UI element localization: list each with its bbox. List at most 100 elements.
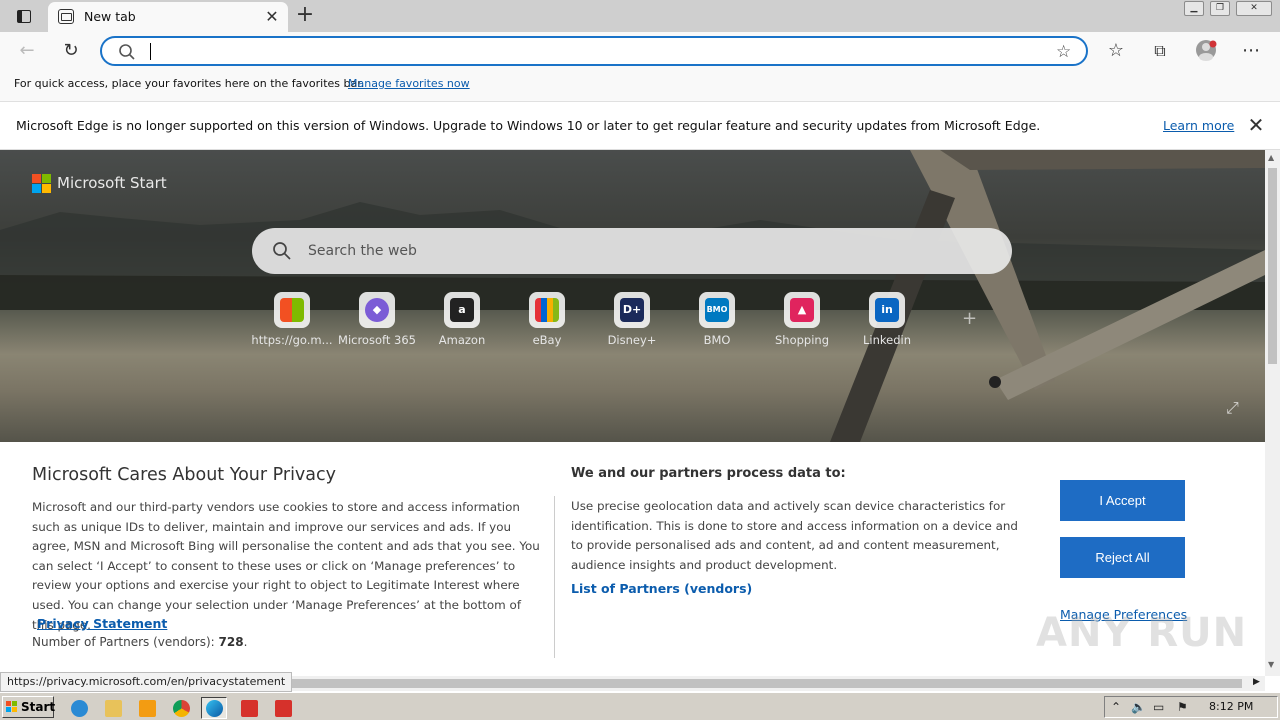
microsoft-logo-icon — [32, 174, 52, 194]
red-app-icon — [275, 700, 292, 717]
folder-icon — [105, 700, 122, 717]
more-menu-icon[interactable]: ⋯ — [1238, 39, 1264, 63]
shopping-bag-icon: ▲ — [784, 292, 820, 328]
system-tray: ⌃ 🔈 ▭ ⚑ 8:12 PM — [1104, 696, 1278, 718]
network-icon[interactable]: ▭ — [1153, 700, 1164, 714]
taskbar-edge-icon[interactable] — [201, 697, 227, 719]
quick-link-label: Disney+ — [607, 333, 657, 347]
disney-icon: D+ — [614, 292, 650, 328]
taskbar-media-player-icon[interactable] — [134, 697, 160, 719]
privacy-body: Microsoft and our third-party vendors us… — [32, 500, 540, 632]
list-of-partners-link[interactable]: List of Partners (vendors) — [571, 581, 752, 596]
profile-icon — [1196, 40, 1217, 61]
quick-link-label: Microsoft 365 — [338, 333, 416, 347]
quick-link-label: Shopping — [774, 333, 829, 347]
chrome-icon — [173, 700, 190, 717]
anyrun-watermark: ANY RUN — [1036, 610, 1248, 656]
vertical-scroll-thumb[interactable] — [1268, 168, 1277, 364]
privacy-statement-period: . — [148, 616, 152, 631]
tray-expand-icon[interactable]: ⌃ — [1111, 700, 1121, 714]
address-input[interactable] — [148, 41, 1028, 63]
restore-button[interactable]: ❐ — [1210, 1, 1230, 16]
add-quick-link-icon[interactable]: + — [962, 308, 977, 329]
taskbar-ie-icon[interactable] — [66, 697, 92, 719]
back-arrow-icon[interactable]: ← — [14, 39, 40, 63]
manage-favorites-link[interactable]: Manage favorites now — [348, 77, 470, 90]
amazon-icon: a — [444, 292, 480, 328]
quick-link-amazon[interactable]: a Amazon — [422, 292, 502, 352]
quick-link-label: https://go.m... — [251, 333, 333, 347]
partners-label: Number of Partners (vendors): — [32, 635, 215, 649]
accept-button[interactable]: I Accept — [1060, 480, 1185, 521]
quick-link-microsoft-365[interactable]: ◆ Microsoft 365 — [337, 292, 417, 352]
refresh-icon[interactable]: ↻ — [58, 39, 84, 63]
privacy-title: Microsoft Cares About Your Privacy — [32, 465, 336, 485]
new-tab-button[interactable]: + — [292, 3, 318, 29]
quick-link-shopping[interactable]: ▲ Shopping — [762, 292, 842, 352]
search-placeholder: Search the web — [308, 243, 417, 259]
windows-taskbar: Start ⌃ 🔈 ▭ ⚑ 8:12 PM — [0, 692, 1280, 720]
red-app-icon — [241, 700, 258, 717]
linkedin-icon: in — [869, 292, 905, 328]
tab-close-icon[interactable]: ✕ — [262, 7, 282, 27]
minimize-button[interactable]: ▁ — [1184, 1, 1204, 16]
windows-tiles-icon — [274, 292, 310, 328]
quick-link-linkedin[interactable]: in Linkedin — [847, 292, 927, 352]
quick-link-ebay[interactable]: eBay — [507, 292, 587, 352]
taskbar-app-red-1[interactable] — [236, 697, 262, 719]
taskbar-chrome-icon[interactable] — [168, 697, 194, 719]
volume-icon[interactable]: 🔈 — [1131, 700, 1146, 714]
microsoft-start-brand: Microsoft Start — [57, 174, 167, 192]
expand-icon[interactable]: ⤢ — [1226, 398, 1239, 418]
quick-link-label: eBay — [532, 333, 562, 347]
scroll-right-arrow-icon[interactable]: ▶ — [1253, 677, 1260, 687]
quick-link-go-microsoft[interactable]: https://go.m... — [251, 292, 333, 352]
favorites-icon[interactable]: ☆ — [1103, 39, 1129, 63]
address-bar[interactable]: ☆ — [100, 36, 1088, 66]
infobar-close-icon[interactable]: ✕ — [1246, 115, 1266, 135]
partners-count-line: Number of Partners (vendors): 728. — [32, 635, 247, 649]
tab-new-tab[interactable]: New tab ✕ — [48, 2, 288, 32]
quick-link-disney-plus[interactable]: D+ Disney+ — [592, 292, 672, 352]
vertical-scrollbar[interactable]: ▲ ▼ — [1265, 150, 1280, 676]
scroll-up-arrow-icon[interactable]: ▲ — [1268, 153, 1274, 162]
close-window-button[interactable]: ✕ — [1236, 1, 1272, 16]
background-image: Microsoft Start Search the web https://g… — [0, 150, 1265, 442]
partners-period: . — [243, 635, 248, 649]
web-search-box[interactable]: Search the web — [252, 228, 1012, 274]
status-bar-url: https://privacy.microsoft.com/en/privacy… — [0, 672, 293, 692]
scroll-down-arrow-icon[interactable]: ▼ — [1268, 660, 1274, 669]
new-tab-favicon-icon — [58, 9, 74, 24]
new-tab-page: Microsoft Start Search the web https://g… — [0, 150, 1265, 676]
infobar-message: Microsoft Edge is no longer supported on… — [16, 118, 1041, 133]
unsupported-os-infobar: Microsoft Edge is no longer supported on… — [0, 102, 1280, 150]
search-icon — [273, 242, 291, 260]
learn-more-link[interactable]: Learn more — [1163, 118, 1234, 133]
tab-actions-button[interactable] — [10, 6, 38, 28]
quick-link-label: Linkedin — [863, 333, 911, 347]
favorites-bar-message: For quick access, place your favorites h… — [14, 77, 365, 90]
tab-title: New tab — [84, 9, 136, 24]
taskbar-app-red-2[interactable] — [270, 697, 296, 719]
m365-icon: ◆ — [359, 292, 395, 328]
taskbar-explorer-icon[interactable] — [100, 697, 126, 719]
favorites-bar: For quick access, place your favorites h… — [0, 70, 1280, 102]
reject-all-button[interactable]: Reject All — [1060, 537, 1185, 578]
profile-avatar[interactable] — [1193, 39, 1219, 63]
edge-icon — [206, 700, 223, 717]
tab-actions-icon — [17, 10, 31, 23]
start-button[interactable]: Start — [2, 696, 55, 718]
dialog-divider — [554, 496, 555, 658]
text-caret — [150, 43, 151, 60]
partners-count: 728 — [218, 635, 244, 649]
quick-link-label: Amazon — [438, 333, 486, 347]
tab-strip: New tab ✕ + ▁ ❐ ✕ — [0, 0, 1280, 32]
security-flag-icon[interactable]: ⚑ — [1177, 700, 1188, 714]
add-favorite-star-icon[interactable]: ☆ — [1056, 42, 1076, 62]
quick-link-label: BMO — [703, 333, 731, 347]
quick-link-bmo[interactable]: BMO BMO — [677, 292, 757, 352]
collections-icon[interactable]: ⧉ — [1147, 39, 1173, 63]
media-player-icon — [139, 700, 156, 717]
data-processing-title: We and our partners process data to: — [571, 466, 846, 481]
taskbar-clock[interactable]: 8:12 PM — [1209, 700, 1253, 713]
